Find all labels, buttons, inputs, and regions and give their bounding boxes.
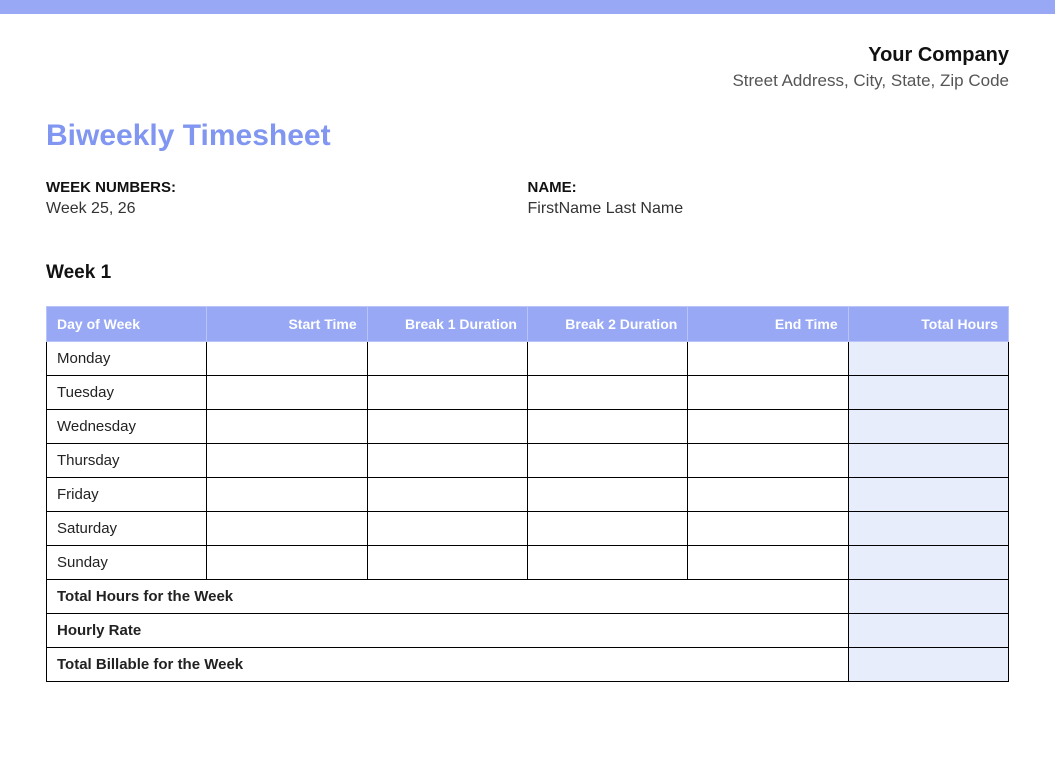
table-header-row: Day of Week Start Time Break 1 Duration … <box>47 307 1009 342</box>
day-label: Monday <box>47 342 207 376</box>
cell-end[interactable] <box>688 512 848 546</box>
col-break2: Break 2 Duration <box>527 307 687 342</box>
day-label: Wednesday <box>47 410 207 444</box>
row-sunday: Sunday <box>47 546 1009 580</box>
cell-break1[interactable] <box>367 376 527 410</box>
cell-total <box>848 478 1008 512</box>
accent-top-bar <box>0 0 1055 14</box>
row-total-hours-week: Total Hours for the Week <box>47 580 1009 614</box>
week1-table: Day of Week Start Time Break 1 Duration … <box>46 306 1009 682</box>
row-tuesday: Tuesday <box>47 376 1009 410</box>
cell-break1[interactable] <box>367 444 527 478</box>
cell-start[interactable] <box>207 478 367 512</box>
hourly-rate-value[interactable] <box>848 614 1008 648</box>
row-total-billable: Total Billable for the Week <box>47 648 1009 682</box>
row-monday: Monday <box>47 342 1009 376</box>
row-thursday: Thursday <box>47 444 1009 478</box>
total-billable-value <box>848 648 1008 682</box>
cell-start[interactable] <box>207 546 367 580</box>
cell-total <box>848 512 1008 546</box>
week-numbers-label: WEEK NUMBERS: <box>46 179 528 196</box>
cell-start[interactable] <box>207 444 367 478</box>
company-block: Your Company Street Address, City, State… <box>46 44 1009 91</box>
row-friday: Friday <box>47 478 1009 512</box>
cell-end[interactable] <box>688 376 848 410</box>
info-row: WEEK NUMBERS: Week 25, 26 NAME: FirstNam… <box>46 179 1009 218</box>
cell-end[interactable] <box>688 444 848 478</box>
total-billable-label: Total Billable for the Week <box>47 648 849 682</box>
cell-break1[interactable] <box>367 478 527 512</box>
week-numbers-value: Week 25, 26 <box>46 200 528 218</box>
cell-end[interactable] <box>688 478 848 512</box>
cell-break1[interactable] <box>367 342 527 376</box>
total-hours-value <box>848 580 1008 614</box>
cell-break1[interactable] <box>367 512 527 546</box>
cell-break2[interactable] <box>527 410 687 444</box>
cell-total <box>848 376 1008 410</box>
document-title: Biweekly Timesheet <box>46 119 1009 153</box>
cell-end[interactable] <box>688 342 848 376</box>
day-label: Friday <box>47 478 207 512</box>
info-name: NAME: FirstName Last Name <box>528 179 1010 218</box>
total-hours-label: Total Hours for the Week <box>47 580 849 614</box>
cell-end[interactable] <box>688 546 848 580</box>
cell-start[interactable] <box>207 376 367 410</box>
col-start-time: Start Time <box>207 307 367 342</box>
cell-break1[interactable] <box>367 410 527 444</box>
day-label: Sunday <box>47 546 207 580</box>
info-week-numbers: WEEK NUMBERS: Week 25, 26 <box>46 179 528 218</box>
week1-heading: Week 1 <box>46 262 1009 284</box>
col-total-hours: Total Hours <box>848 307 1008 342</box>
cell-break2[interactable] <box>527 342 687 376</box>
day-label: Thursday <box>47 444 207 478</box>
day-label: Saturday <box>47 512 207 546</box>
cell-break2[interactable] <box>527 444 687 478</box>
cell-total <box>848 546 1008 580</box>
col-day-of-week: Day of Week <box>47 307 207 342</box>
day-label: Tuesday <box>47 376 207 410</box>
row-saturday: Saturday <box>47 512 1009 546</box>
col-end-time: End Time <box>688 307 848 342</box>
page-content: Your Company Street Address, City, State… <box>0 14 1055 722</box>
cell-break2[interactable] <box>527 478 687 512</box>
company-address: Street Address, City, State, Zip Code <box>46 71 1009 91</box>
name-value: FirstName Last Name <box>528 200 1010 218</box>
cell-break2[interactable] <box>527 546 687 580</box>
row-wednesday: Wednesday <box>47 410 1009 444</box>
cell-start[interactable] <box>207 410 367 444</box>
cell-break1[interactable] <box>367 546 527 580</box>
col-break1: Break 1 Duration <box>367 307 527 342</box>
cell-start[interactable] <box>207 512 367 546</box>
cell-break2[interactable] <box>527 376 687 410</box>
cell-total <box>848 444 1008 478</box>
cell-total <box>848 410 1008 444</box>
cell-total <box>848 342 1008 376</box>
name-label: NAME: <box>528 179 1010 196</box>
cell-end[interactable] <box>688 410 848 444</box>
cell-start[interactable] <box>207 342 367 376</box>
cell-break2[interactable] <box>527 512 687 546</box>
company-name: Your Company <box>46 44 1009 67</box>
hourly-rate-label: Hourly Rate <box>47 614 849 648</box>
row-hourly-rate: Hourly Rate <box>47 614 1009 648</box>
